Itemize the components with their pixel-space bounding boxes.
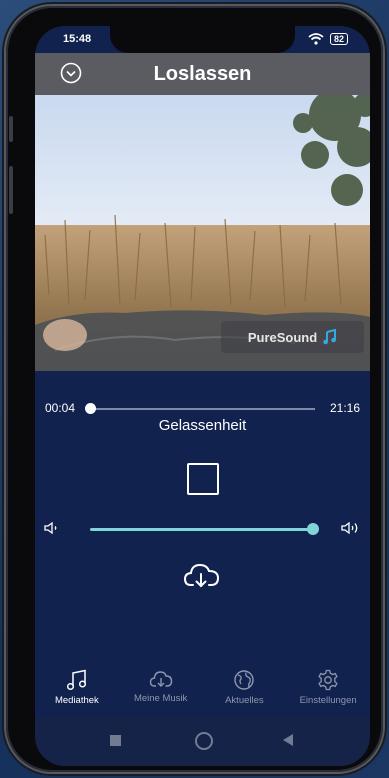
phone-frame: 15:48 82 Loslassen PureSound 00:04 21:16… — [6, 6, 383, 772]
cloud-download-icon — [149, 671, 172, 687]
title-bar: Loslassen — [35, 53, 370, 95]
track-title: Gelassenheit — [158, 417, 247, 434]
app-screen: 15:48 82 Loslassen PureSound 00:04 21:16… — [35, 26, 370, 766]
gear-icon — [318, 669, 338, 691]
player-panel: 00:04 21:16 Gelassenheit — [35, 371, 370, 661]
nav-label-mediathek: Mediathek — [54, 695, 99, 706]
music-note-icon — [323, 329, 337, 345]
bottom-navigation: Mediathek Meine Musik Aktuelles Einstell… — [35, 661, 370, 716]
nav-item-aktuelles[interactable]: Aktuelles — [203, 661, 287, 716]
volume-up-key — [9, 116, 13, 142]
stop-button[interactable] — [187, 463, 219, 495]
progress-track[interactable] — [90, 408, 315, 410]
recents-button[interactable] — [110, 735, 121, 746]
globe-icon — [234, 670, 255, 690]
page-title: Loslassen — [153, 62, 252, 85]
progress-knob[interactable] — [85, 403, 97, 414]
nav-label-einstellungen: Einstellungen — [299, 695, 357, 706]
volume-knob[interactable] — [307, 523, 320, 535]
volume-high-icon — [341, 521, 358, 535]
nav-item-meine-musik[interactable]: Meine Musik — [119, 661, 203, 716]
nav-label-aktuelles: Aktuelles — [225, 695, 264, 706]
wifi-icon — [308, 33, 324, 45]
volume-low-icon — [44, 521, 57, 535]
volume-slider[interactable] — [90, 528, 314, 531]
brand-badge: PureSound — [221, 321, 364, 353]
music-note-icon — [66, 669, 86, 691]
status-icons: 82 — [308, 33, 348, 45]
brand-name: PureSound — [247, 329, 318, 345]
elapsed-time: 00:04 — [45, 401, 76, 415]
chevron-down-icon[interactable] — [60, 62, 82, 84]
notch — [110, 26, 295, 53]
cloud-download-icon[interactable] — [183, 561, 221, 589]
home-button[interactable] — [195, 732, 213, 750]
back-triangle-icon[interactable] — [282, 733, 294, 747]
status-time: 15:48 — [63, 33, 92, 45]
nav-label-meine-musik: Meine Musik — [133, 693, 188, 704]
battery-badge: 82 — [329, 33, 348, 45]
nav-item-einstellungen[interactable]: Einstellungen — [286, 661, 370, 716]
total-duration: 21:16 — [329, 401, 360, 415]
volume-down-key — [9, 166, 13, 214]
system-navigation-bar — [35, 716, 370, 766]
nav-item-mediathek[interactable]: Mediathek — [35, 661, 119, 716]
